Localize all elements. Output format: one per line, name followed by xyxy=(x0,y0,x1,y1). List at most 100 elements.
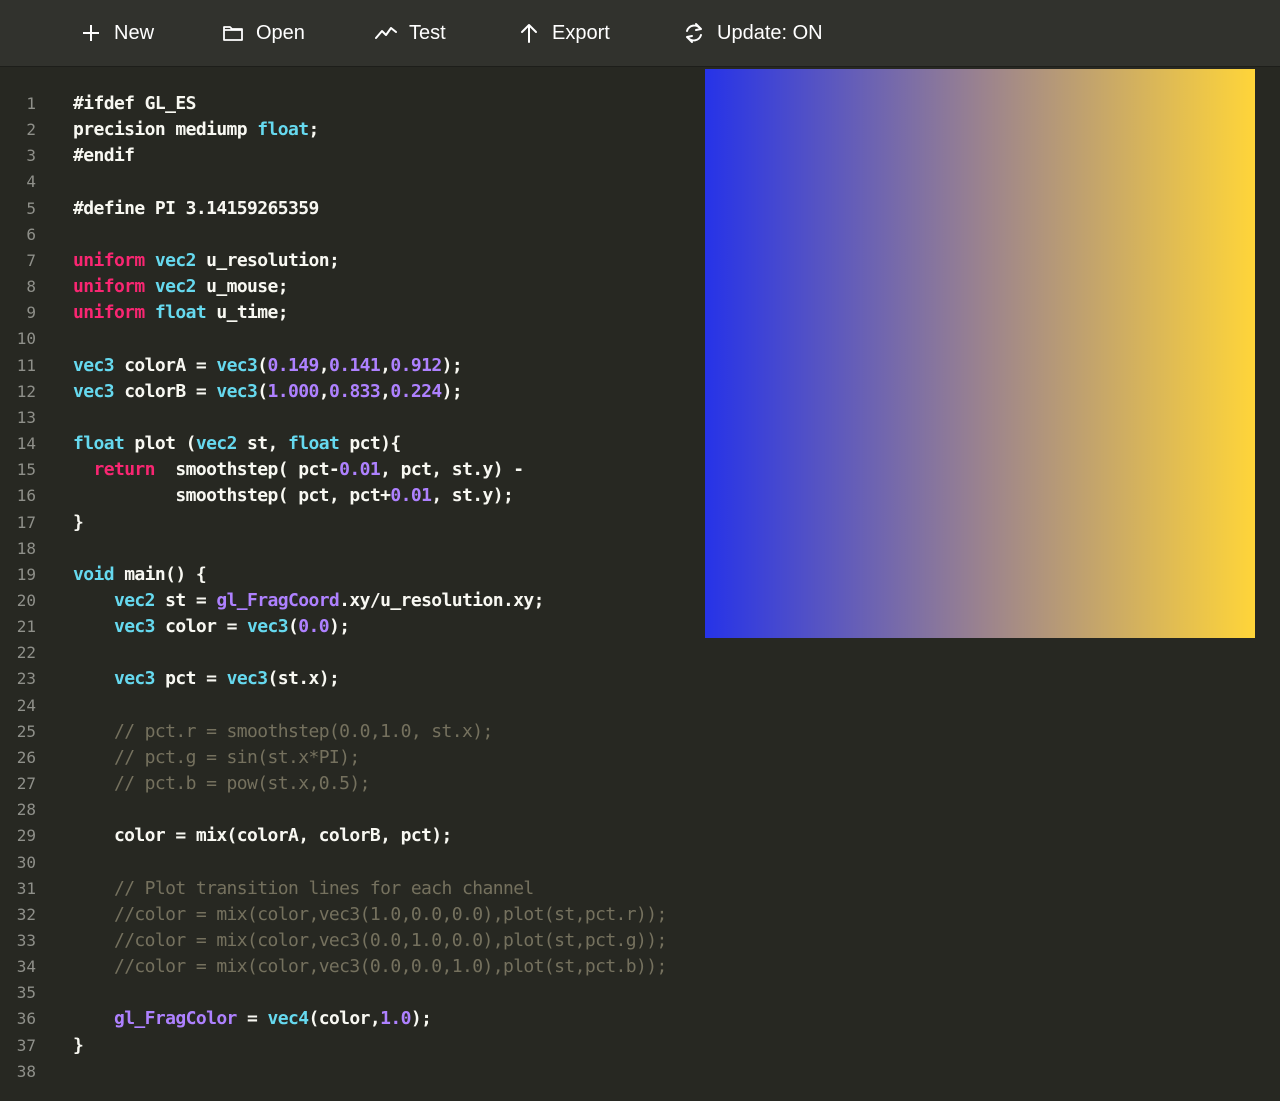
line-number: 23 xyxy=(16,669,36,689)
code-line[interactable]: 8 uniform vec2 u_mouse; xyxy=(0,274,760,300)
code-token: #define PI 3.14159265359 xyxy=(73,197,319,219)
code-token: // pct.r = smoothstep(0.0,1.0, st.x); xyxy=(113,720,493,742)
code-token: , xyxy=(380,354,391,376)
code-line[interactable]: 18 xyxy=(0,536,760,562)
code-token: uniform xyxy=(73,276,145,298)
code-line[interactable]: 1 #ifdef GL_ES xyxy=(0,91,760,117)
code-line[interactable]: 4 xyxy=(0,169,760,195)
code-line[interactable]: 17} xyxy=(0,510,760,536)
code-token: vec3 xyxy=(113,616,156,638)
code-line[interactable]: 14 float plot (vec2 st, float pct){ xyxy=(0,431,760,457)
code-token: vec3 xyxy=(113,668,156,690)
code-line[interactable]: 30 xyxy=(0,850,760,876)
code-line[interactable]: 16 smoothstep( pct, pct+0.01, st.y); xyxy=(0,483,760,509)
code-text: vec3 pct = vec3(st.x); xyxy=(73,666,340,692)
code-line[interactable]: 29 color = mix(colorA, colorB, pct); xyxy=(0,823,760,849)
code-line[interactable]: 27 // pct.b = pow(st.x,0.5); xyxy=(0,771,760,797)
line-number: 16 xyxy=(16,486,36,506)
code-token: //color = mix(color,vec3(1.0,0.0,0.0),pl… xyxy=(113,903,667,925)
code-token: vec3 xyxy=(216,354,258,376)
code-token: precision mediump xyxy=(73,119,258,141)
open-button[interactable]: Open xyxy=(222,0,305,66)
code-token: vec3 xyxy=(247,616,289,638)
code-line[interactable]: 10 xyxy=(0,326,760,352)
code-line[interactable]: 3 #endif xyxy=(0,143,760,169)
code-line[interactable]: 31 // Plot transition lines for each cha… xyxy=(0,876,760,902)
code-token: } xyxy=(73,1034,84,1056)
line-number: 11 xyxy=(16,355,36,375)
open-label: Open xyxy=(256,21,305,44)
export-button[interactable]: Export xyxy=(518,0,610,66)
code-token: vec3 xyxy=(216,380,258,402)
code-token: //color = mix(color,vec3(0.0,0.0,1.0),pl… xyxy=(113,956,667,978)
code-text: #endif xyxy=(73,143,135,169)
code-line[interactable]: 25 // pct.r = smoothstep(0.0,1.0, st.x); xyxy=(0,719,760,745)
code-line[interactable]: 34 //color = mix(color,vec3(0.0,0.0,1.0)… xyxy=(0,954,760,980)
code-token: 0.224 xyxy=(390,380,442,402)
code-token: 0.01 xyxy=(339,459,381,481)
code-token: , pct, st.y) - xyxy=(380,459,524,481)
code-text: smoothstep( pct, pct+0.01, st.y); xyxy=(73,483,513,509)
code-line[interactable]: 5 #define PI 3.14159265359 xyxy=(0,196,760,222)
code-text: vec2 st = gl_FragCoord.xy/u_resolution.x… xyxy=(73,588,545,614)
code-line[interactable]: 32 //color = mix(color,vec3(1.0,0.0,0.0)… xyxy=(0,902,760,928)
code-line[interactable]: 15 return smoothstep( pct-0.01, pct, st.… xyxy=(0,457,760,483)
code-text: uniform vec2 u_resolution; xyxy=(73,248,340,274)
plus-icon xyxy=(83,25,99,41)
code-line[interactable]: 9 uniform float u_time; xyxy=(0,300,760,326)
code-line[interactable]: 21 vec3 color = vec3(0.0); xyxy=(0,614,760,640)
line-number: 38 xyxy=(16,1061,36,1081)
code-text: #ifdef GL_ES xyxy=(73,91,196,117)
line-number: 31 xyxy=(16,878,36,898)
code-line[interactable]: 28 xyxy=(0,797,760,823)
code-text: // pct.r = smoothstep(0.0,1.0, st.x); xyxy=(73,719,493,745)
line-number: 12 xyxy=(16,381,36,401)
code-token: 0.0 xyxy=(298,616,329,638)
code-line[interactable]: 36 gl_FragColor = vec4(color,1.0); xyxy=(0,1006,760,1032)
code-line[interactable]: 11 vec3 colorA = vec3(0.149,0.141,0.912); xyxy=(0,353,760,379)
test-label: Test xyxy=(409,21,446,44)
code-token: 1.000 xyxy=(267,380,320,402)
export-label: Export xyxy=(552,21,610,44)
test-button[interactable]: Test xyxy=(375,0,446,66)
code-token: // pct.g = sin(st.x*PI); xyxy=(113,746,360,768)
code-token: // Plot transition lines for each channe… xyxy=(113,877,534,899)
code-line[interactable]: 38 xyxy=(0,1059,760,1085)
code-token: u_time; xyxy=(206,302,289,324)
shader-preview-canvas[interactable] xyxy=(705,69,1255,638)
code-line[interactable]: 24 xyxy=(0,693,760,719)
code-text: return smoothstep( pct-0.01, pct, st.y) … xyxy=(73,457,524,483)
code-token: } xyxy=(73,511,84,533)
code-line[interactable]: 13 xyxy=(0,405,760,431)
code-line[interactable]: 37} xyxy=(0,1033,760,1059)
code-text: uniform float u_time; xyxy=(73,300,289,326)
code-line[interactable]: 35 xyxy=(0,980,760,1006)
code-token: 0.149 xyxy=(267,354,320,376)
code-token: = xyxy=(236,1008,268,1030)
code-line[interactable]: 33 //color = mix(color,vec3(0.0,1.0,0.0)… xyxy=(0,928,760,954)
code-text: uniform vec2 u_mouse; xyxy=(73,274,289,300)
code-line[interactable]: 2 precision mediump float; xyxy=(0,117,760,143)
code-token: u_resolution; xyxy=(195,249,340,271)
code-line[interactable]: 7 uniform vec2 u_resolution; xyxy=(0,248,760,274)
code-text: vec3 colorB = vec3(1.000,0.833,0.224); xyxy=(73,379,463,405)
code-line[interactable]: 12 vec3 colorB = vec3(1.000,0.833,0.224); xyxy=(0,379,760,405)
code-line[interactable]: 20 vec2 st = gl_FragCoord.xy/u_resolutio… xyxy=(0,588,760,614)
toolbar: New Open Test Export Update: ON xyxy=(0,0,1280,67)
new-button[interactable]: New xyxy=(80,0,154,66)
code-line[interactable]: 19 void main() { xyxy=(0,562,760,588)
code-line[interactable]: 23 vec3 pct = vec3(st.x); xyxy=(0,666,760,692)
update-toggle[interactable]: Update: ON xyxy=(683,0,823,66)
code-line[interactable]: 6 xyxy=(0,222,760,248)
code-editor[interactable]: 1 #ifdef GL_ES 2 precision mediump float; 3 #… xyxy=(0,91,760,1085)
code-token: vec2 xyxy=(154,276,197,298)
code-line[interactable]: 26 // pct.g = sin(st.x*PI); xyxy=(0,745,760,771)
code-line[interactable]: 22 xyxy=(0,640,760,666)
